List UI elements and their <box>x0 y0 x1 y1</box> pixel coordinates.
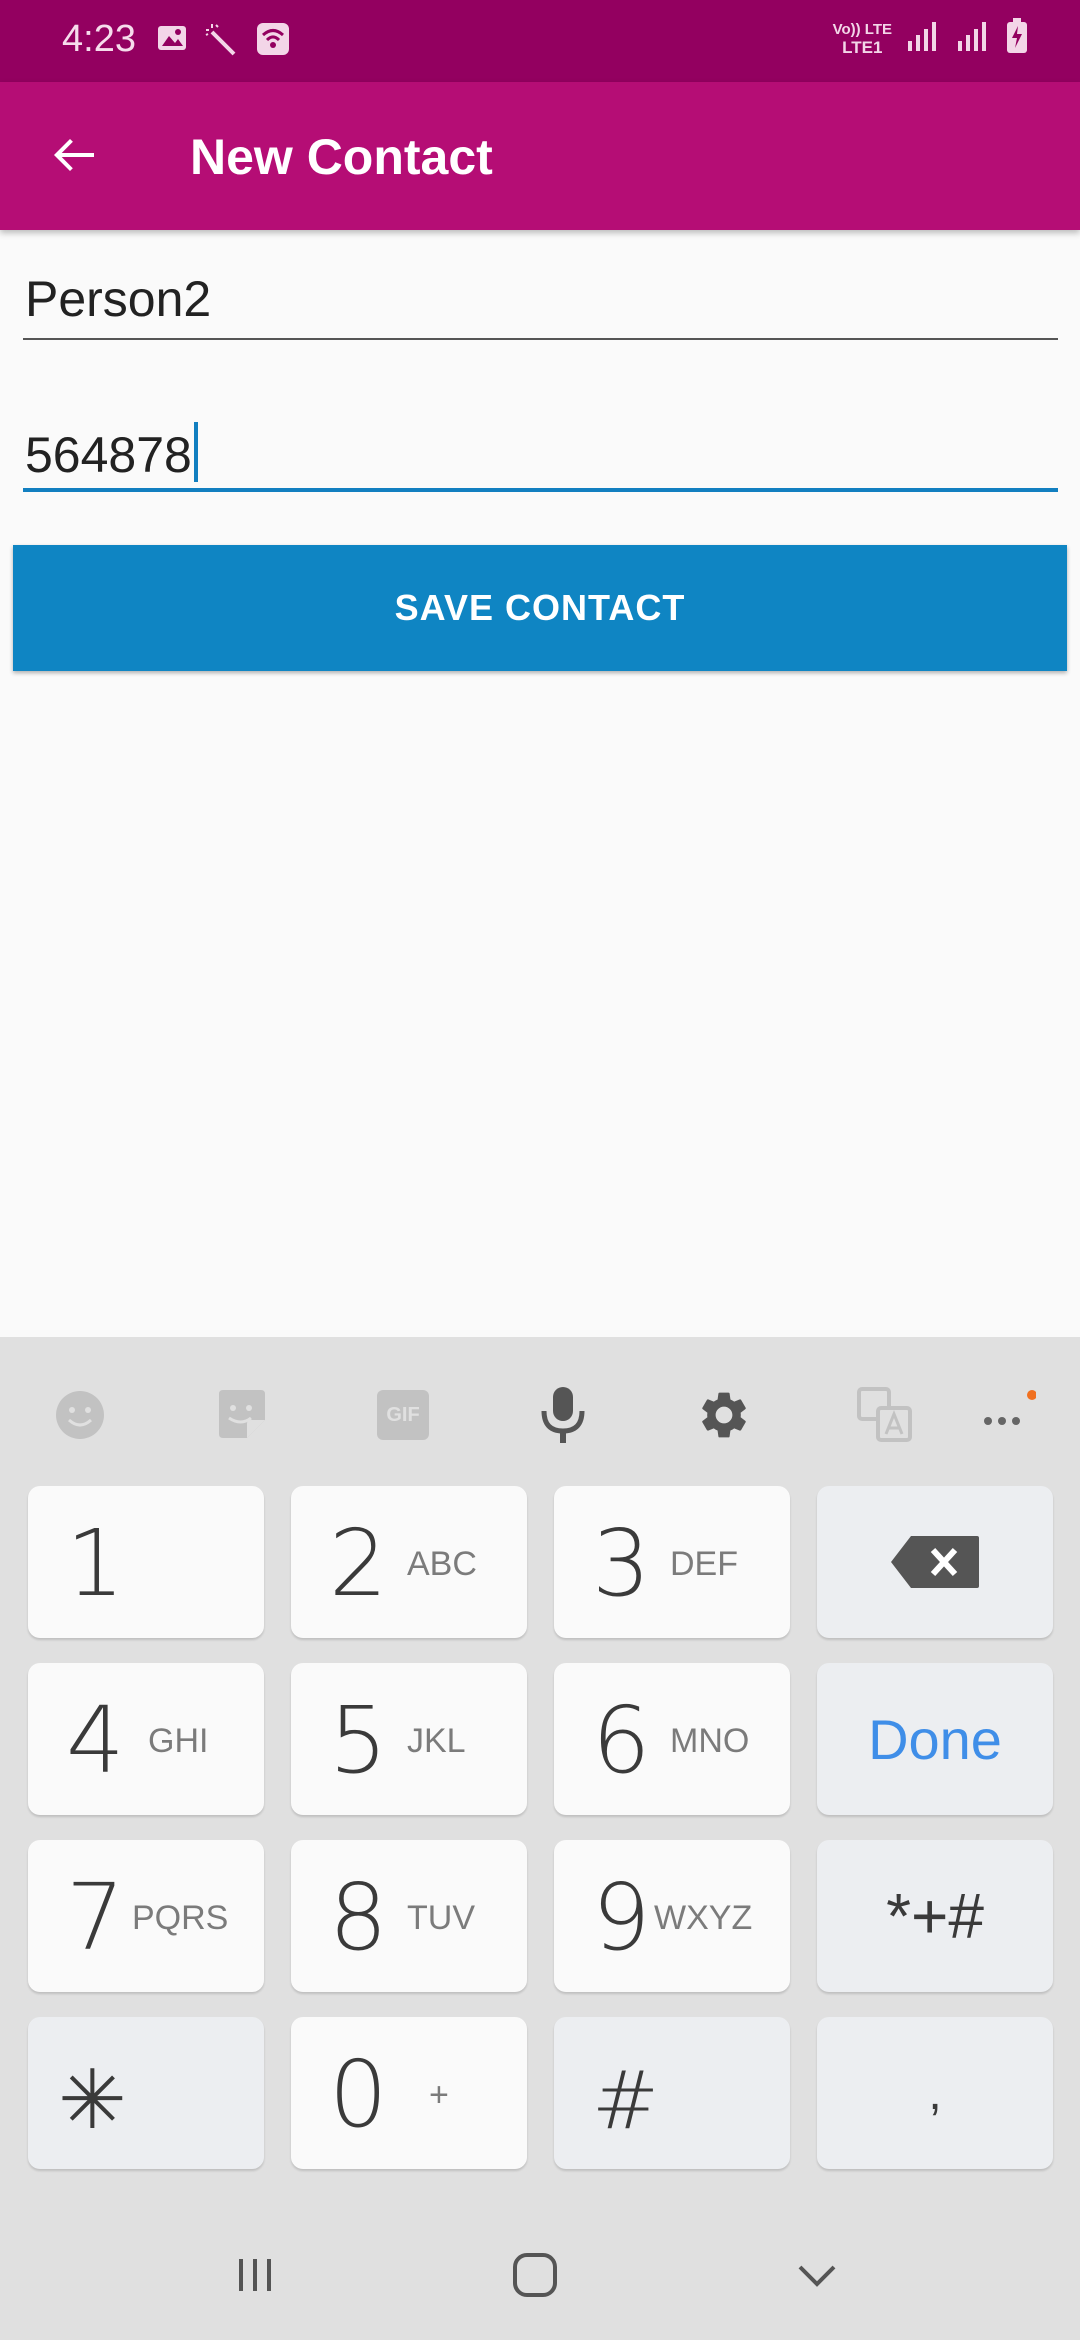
key-7-digit: 7 <box>66 1864 125 1971</box>
emoji-icon[interactable] <box>50 1385 110 1445</box>
key-5-letters: JKL <box>407 1722 466 1760</box>
sticker-icon[interactable] <box>212 1385 272 1445</box>
key-1[interactable]: 1 <box>28 1486 264 1638</box>
key-8-letters: TUV <box>407 1899 475 1937</box>
arrow-back-icon <box>54 139 94 171</box>
key-7-letters: PQRS <box>132 1899 229 1937</box>
numeric-keyboard: GIF 1 2 ABC 3 DEF 4 GHI 5 JKL 6 MNO Done… <box>0 1337 1080 2340</box>
battery-charging-icon <box>1006 18 1028 59</box>
hash-key[interactable]: # <box>554 2017 790 2169</box>
gif-icon[interactable]: GIF <box>373 1385 433 1445</box>
name-field[interactable]: Person2 <box>23 270 1058 340</box>
key-5-digit: 5 <box>329 1687 388 1794</box>
key-3-digit: 3 <box>592 1510 651 1617</box>
recent-apps-icon <box>239 2259 271 2291</box>
more-icon[interactable] <box>976 1385 1036 1445</box>
key-0[interactable]: 0 + <box>291 2017 527 2169</box>
key-5[interactable]: 5 JKL <box>291 1663 527 1815</box>
name-field-value: Person2 <box>25 271 212 327</box>
done-key[interactable]: Done <box>817 1663 1053 1815</box>
key-6-digit: 6 <box>592 1687 651 1794</box>
volte-indicator: Vo)) LTE LTE1 <box>833 21 892 57</box>
status-time: 4:23 <box>62 18 136 60</box>
status-right-icons: Vo)) LTE LTE1 <box>833 18 1028 59</box>
key-8[interactable]: 8 TUV <box>291 1840 527 1992</box>
key-4-digit: 4 <box>66 1687 125 1794</box>
hide-keyboard-button[interactable] <box>782 2240 852 2310</box>
translate-icon[interactable] <box>855 1385 915 1445</box>
status-bar: 4:23 Vo)) LTE LTE1 <box>0 0 1080 82</box>
microphone-icon[interactable] <box>533 1385 593 1445</box>
backspace-icon <box>891 1536 979 1588</box>
volte-top-label: Vo)) LTE <box>832 20 892 38</box>
magic-wand-notification-icon <box>204 22 240 63</box>
gif-label: GIF <box>377 1390 429 1440</box>
comma-label: , <box>928 2066 942 2120</box>
backspace-key[interactable] <box>817 1486 1053 1638</box>
system-nav-bar <box>0 2200 1080 2340</box>
text-cursor <box>193 422 198 482</box>
key-9-letters: WXYZ <box>654 1899 753 1937</box>
key-4[interactable]: 4 GHI <box>28 1663 264 1815</box>
key-1-digit: 1 <box>66 1510 125 1617</box>
key-9[interactable]: 9 WXYZ <box>554 1840 790 1992</box>
chevron-down-icon <box>798 2265 836 2287</box>
key-4-letters: GHI <box>148 1722 209 1760</box>
key-8-digit: 8 <box>329 1864 388 1971</box>
settings-gear-icon[interactable] <box>694 1385 754 1445</box>
key-3-letters: DEF <box>670 1545 738 1583</box>
signal-strength-icon <box>906 19 942 58</box>
key-0-digit: 0 <box>329 2041 388 2148</box>
symbols-key[interactable]: *+# <box>817 1840 1053 1992</box>
keyboard-toolbar: GIF <box>0 1337 1080 1487</box>
key-9-digit: 9 <box>592 1864 651 1971</box>
phone-field[interactable]: 564878 <box>23 422 1058 492</box>
volte-bottom-label: LTE1 <box>842 37 883 57</box>
recent-apps-button[interactable] <box>220 2240 290 2310</box>
key-2-letters: ABC <box>407 1545 477 1583</box>
key-0-plus: + <box>429 2076 449 2114</box>
key-6[interactable]: 6 MNO <box>554 1663 790 1815</box>
gallery-notification-icon <box>156 22 188 59</box>
asterisk-label: ✳ <box>58 2053 127 2148</box>
key-2-digit: 2 <box>329 1510 388 1617</box>
done-label: Done <box>868 1707 1002 1771</box>
signal-strength-2-icon <box>956 19 992 58</box>
comma-key[interactable]: , <box>817 2017 1053 2169</box>
home-button[interactable] <box>500 2240 570 2310</box>
back-button[interactable] <box>40 122 108 190</box>
app-bar: New Contact <box>0 82 1080 230</box>
key-3[interactable]: 3 DEF <box>554 1486 790 1638</box>
page-title: New Contact <box>190 129 493 185</box>
key-2[interactable]: 2 ABC <box>291 1486 527 1638</box>
hash-label: # <box>592 2054 660 2147</box>
save-contact-button[interactable]: SAVE CONTACT <box>13 545 1067 671</box>
phone-field-value: 564878 <box>25 427 192 483</box>
symbols-label: *+# <box>886 1880 984 1952</box>
home-icon <box>513 2253 557 2297</box>
wifi-hotspot-icon <box>256 22 290 61</box>
key-7[interactable]: 7 PQRS <box>28 1840 264 1992</box>
asterisk-key[interactable]: ✳ <box>28 2017 264 2169</box>
key-6-letters: MNO <box>670 1722 750 1760</box>
